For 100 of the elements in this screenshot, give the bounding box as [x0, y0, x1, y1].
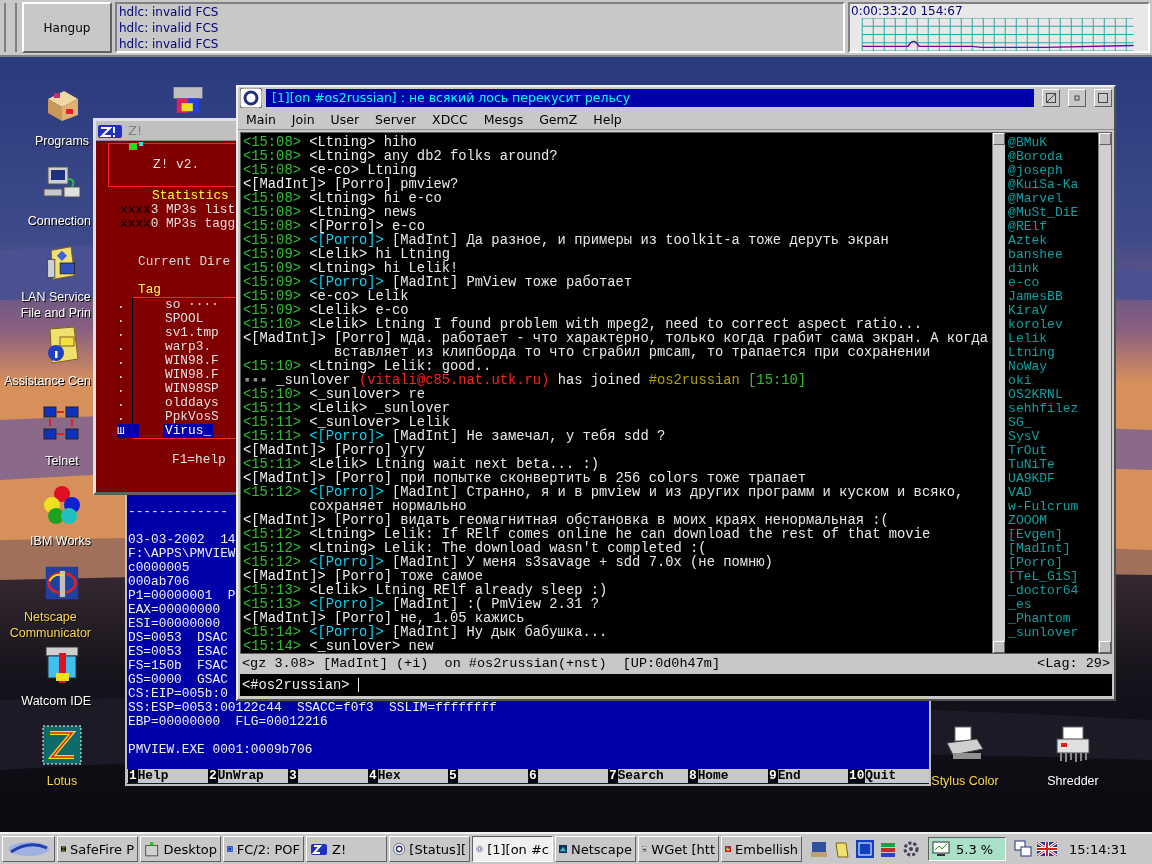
menu-item[interactable]: User — [322, 111, 368, 127]
menu-item[interactable]: Join — [283, 111, 323, 127]
icon-label[interactable]: LAN Service File and Prin — [20, 289, 91, 321]
file-name[interactable]: WIN98SP — [163, 382, 221, 396]
menu-item[interactable]: GemZ — [531, 111, 586, 127]
nick-item[interactable]: [TeL_GiS] — [1008, 570, 1079, 584]
file-name[interactable]: olddays — [163, 396, 221, 410]
tray-icon[interactable] — [902, 840, 920, 858]
function-key[interactable]: 5 — [448, 769, 528, 783]
nick-item[interactable]: w-Fulcrum — [1008, 500, 1079, 514]
function-key[interactable]: 9End — [768, 769, 848, 783]
nick-item[interactable]: Aztek — [1008, 234, 1048, 248]
file-name[interactable]: Virus_ — [163, 424, 214, 438]
icon-label[interactable]: Programs — [34, 133, 90, 149]
icon-label[interactable]: Stylus Color — [931, 773, 999, 789]
taskbar-button[interactable]: Z! — [306, 836, 387, 862]
nick-item[interactable]: _doctor64 — [1008, 584, 1079, 598]
menu-item[interactable]: XDCC — [424, 111, 476, 127]
function-key[interactable]: 7Search — [608, 769, 688, 783]
nick-item[interactable]: TuNiTe — [1008, 458, 1055, 472]
function-key[interactable]: 3 — [288, 769, 368, 783]
nick-item[interactable]: _Phantom — [1008, 612, 1071, 626]
window-maximize-button[interactable] — [1094, 89, 1112, 107]
grip-handle[interactable] — [4, 3, 17, 52]
tray-icon[interactable] — [833, 840, 851, 858]
window-minimize-button[interactable] — [1042, 89, 1060, 107]
file-name[interactable]: WIN98.F — [163, 368, 221, 382]
nick-item[interactable]: SysV — [1008, 430, 1040, 444]
nick-item[interactable]: JamesBB — [1008, 290, 1063, 304]
nick-item[interactable]: [Porro] — [1008, 556, 1063, 570]
nick-item[interactable]: @RElf — [1008, 220, 1048, 234]
nick-item[interactable]: Lelik — [1008, 332, 1048, 346]
tray-icon[interactable] — [879, 840, 897, 858]
balls-icon[interactable] — [42, 485, 82, 525]
nick-item[interactable]: oki — [1008, 374, 1032, 388]
icon-label[interactable]: Connection — [27, 213, 91, 229]
icon-label[interactable]: Netscape Communicator — [9, 609, 91, 641]
windows-icon[interactable] — [1014, 840, 1032, 858]
tray-icon[interactable] — [810, 840, 828, 858]
file-name[interactable]: WIN98.F — [163, 354, 221, 368]
taskbar-button[interactable]: [Status][ — [389, 836, 470, 862]
scrollbar[interactable] — [1098, 133, 1111, 653]
taskbar-button[interactable]: Desktop — [140, 836, 221, 862]
nick-item[interactable]: TrOut — [1008, 444, 1048, 458]
icon-label[interactable]: Watcom IDE — [21, 693, 91, 709]
scrollbar[interactable] — [992, 133, 1006, 653]
blocks-icon[interactable] — [172, 84, 204, 116]
nick-item[interactable]: dink — [1008, 262, 1040, 276]
tool-icon[interactable] — [42, 645, 82, 685]
zigzag-icon[interactable] — [42, 725, 82, 765]
nick-item[interactable]: VAD — [1008, 486, 1032, 500]
nick-item[interactable]: @KuiSa-Ka — [1008, 178, 1079, 192]
nick-item[interactable]: Ltning — [1008, 346, 1055, 360]
file-name[interactable]: warp3. — [163, 340, 214, 354]
function-key[interactable]: 8Home — [688, 769, 768, 783]
menu-item[interactable]: Help — [585, 111, 630, 127]
taskbar-button[interactable]: [1][on #c — [472, 836, 553, 862]
nick-item[interactable]: SG_ — [1008, 416, 1032, 430]
nick-item[interactable]: ZOOOM — [1008, 514, 1048, 528]
menu-item[interactable]: Mesgs — [475, 111, 532, 127]
file-name[interactable]: PpkVosS — [163, 410, 221, 424]
tray-icon[interactable] — [856, 840, 874, 858]
function-key[interactable]: 10Quit — [848, 769, 928, 783]
icon-label[interactable]: Telnet — [45, 453, 79, 469]
nick-item[interactable]: korolev — [1008, 318, 1063, 332]
nick-item[interactable]: @MuSt_DiE — [1008, 206, 1079, 220]
message-input[interactable]: <#os2russian> — [240, 674, 1112, 696]
nick-item[interactable]: @Marvel — [1008, 192, 1063, 206]
menu-item[interactable]: Main — [238, 111, 284, 127]
nick-item[interactable]: OS2KRNL — [1008, 388, 1063, 402]
taskbar-button[interactable]: WGet [htt — [638, 836, 719, 862]
nick-item[interactable]: _sunlover — [1008, 626, 1079, 640]
hangup-button[interactable]: Hangup — [22, 2, 112, 53]
file-name[interactable]: so ···· — [163, 298, 221, 312]
window-restore-button[interactable] — [1068, 89, 1086, 107]
nick-item[interactable]: [Evgen] — [1008, 528, 1063, 542]
shredder-icon[interactable] — [1053, 725, 1093, 765]
nick-item[interactable]: _es — [1008, 598, 1032, 612]
taskbar-button[interactable]: SafeFire P — [57, 836, 138, 862]
taskbar-button[interactable]: Netscape — [555, 836, 636, 862]
function-key[interactable]: 4Hex — [368, 769, 448, 783]
function-key[interactable]: 1Help — [128, 769, 208, 783]
nick-item[interactable]: sehhfilez — [1008, 402, 1079, 416]
file-name[interactable]: sv1.tmp — [163, 326, 221, 340]
nick-item[interactable]: UA9KDF — [1008, 472, 1055, 486]
icon-label[interactable]: Lotus — [46, 773, 78, 789]
icon-label[interactable]: Shredder — [1047, 773, 1099, 789]
flag-icon[interactable] — [1037, 842, 1057, 856]
start-button[interactable] — [2, 836, 55, 862]
nick-item[interactable]: KiraV — [1008, 304, 1048, 318]
file-name[interactable]: SPOOL — [163, 312, 206, 326]
nick-item[interactable]: [MadInt] — [1008, 542, 1071, 556]
nick-item[interactable]: e-co — [1008, 276, 1040, 290]
nick-item[interactable]: @BMuK — [1008, 136, 1048, 150]
function-key[interactable]: 2UnWrap — [208, 769, 288, 783]
function-key[interactable]: 6 — [528, 769, 608, 783]
taskbar-button[interactable]: FC/2: POF — [223, 836, 304, 862]
taskbar-button[interactable]: Embellish — [721, 836, 802, 862]
nick-item[interactable]: banshee — [1008, 248, 1063, 262]
nick-item[interactable]: @joseph — [1008, 164, 1063, 178]
